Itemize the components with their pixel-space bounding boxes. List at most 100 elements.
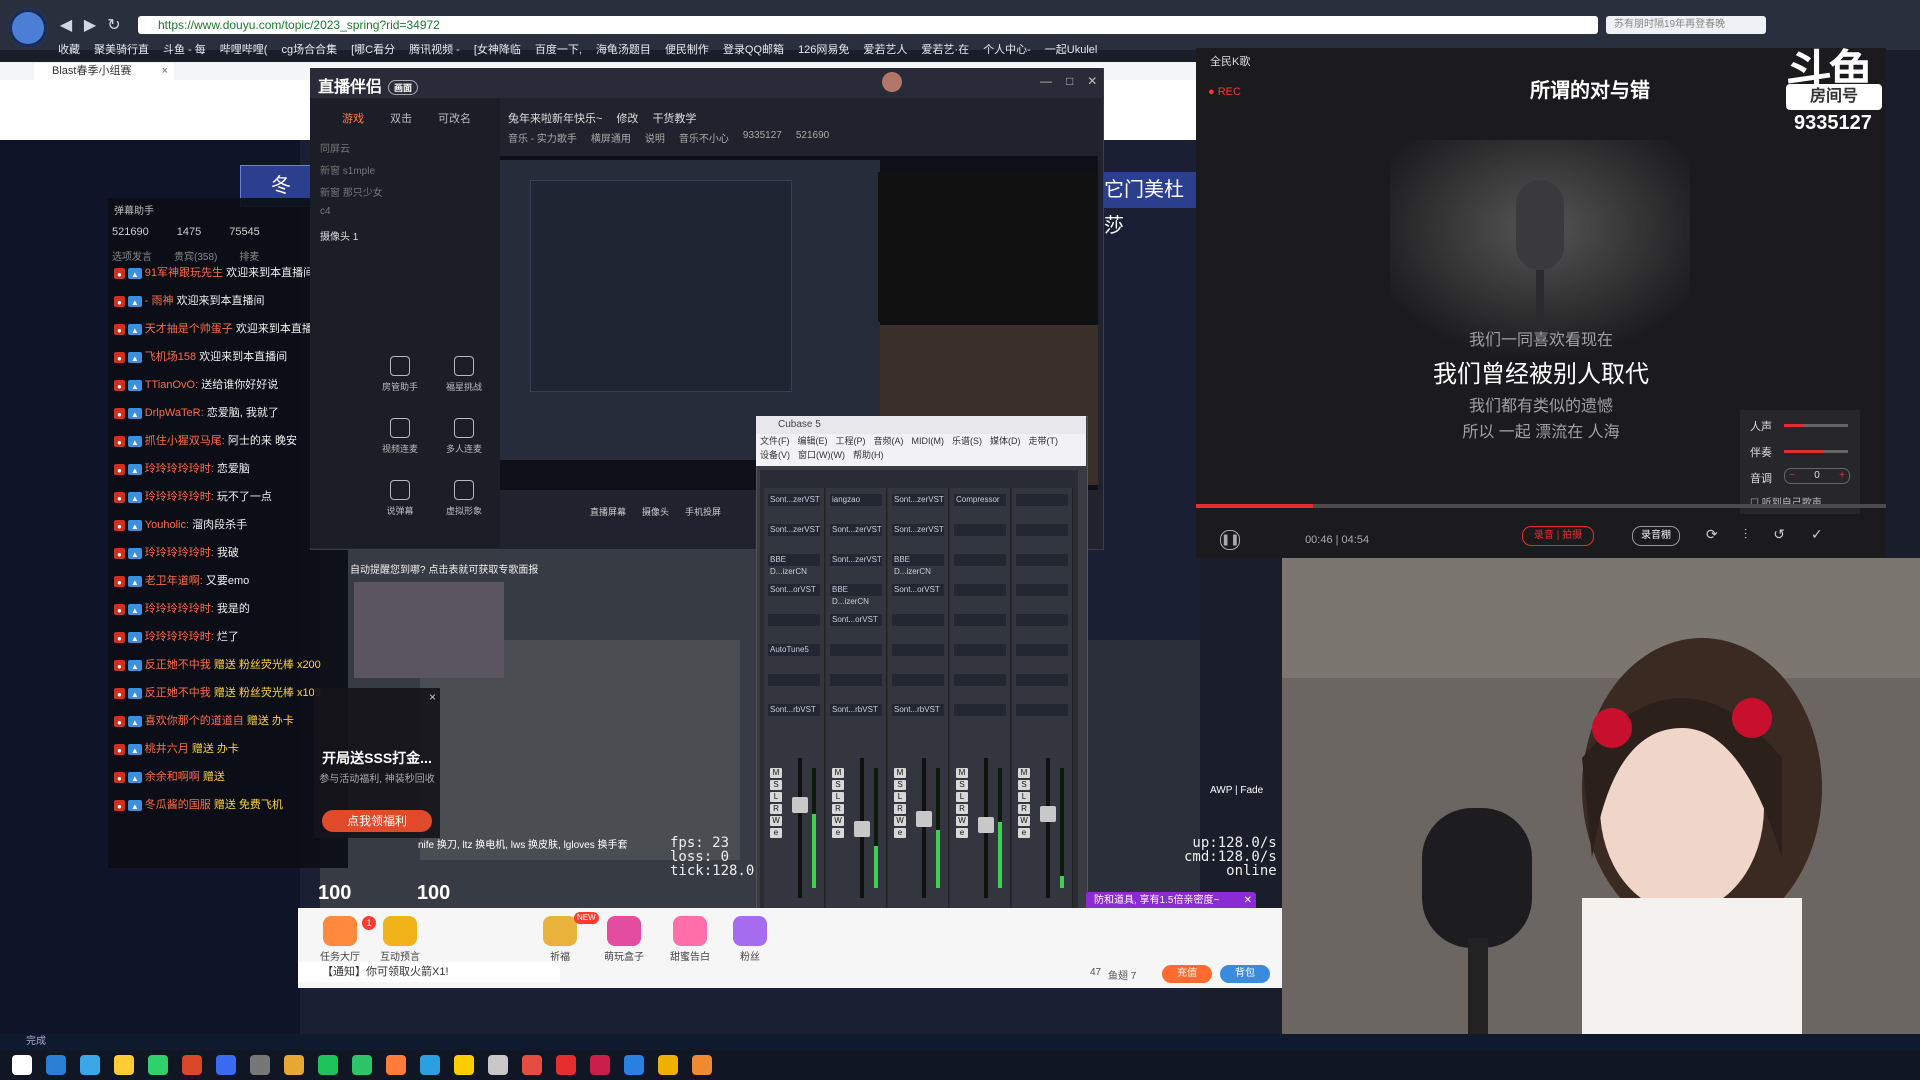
bookmark-item[interactable]: 爱若艺人 xyxy=(863,41,907,57)
insert-slot[interactable] xyxy=(892,614,944,626)
pitch-minus-icon[interactable]: − xyxy=(1785,469,1795,483)
scene-item[interactable]: 摄像头 1 xyxy=(320,228,470,243)
gift-item[interactable]: 任务大厅 xyxy=(314,916,366,963)
taskbar-app-icon[interactable] xyxy=(216,1055,236,1075)
taskbar-app-icon[interactable] xyxy=(148,1055,168,1075)
cubase-menu-item[interactable]: 窗口(W)(W) xyxy=(798,450,845,460)
insert-slot[interactable]: BBE D...izerCN xyxy=(830,584,882,606)
tool-item[interactable]: 福星挑战 xyxy=(434,356,494,393)
channel-toggle[interactable]: R xyxy=(770,804,782,814)
danmu-username[interactable]: 玲玲玲玲玲时: xyxy=(145,631,214,643)
fader-knob[interactable] xyxy=(978,816,994,833)
danmu-username[interactable]: 玲玲玲玲玲时: xyxy=(145,491,214,503)
bookmark-item[interactable]: [哪C看分 xyxy=(351,41,395,57)
insert-slot[interactable]: Sont...rbVST xyxy=(830,704,882,716)
bookmark-item[interactable]: cg场合合集 xyxy=(281,41,337,57)
danmu-username[interactable]: 玲玲玲玲玲时: xyxy=(145,603,214,615)
insert-slot[interactable] xyxy=(954,674,1006,686)
streaming-app-tag[interactable]: 画面 xyxy=(388,80,419,96)
tool-camera[interactable]: 摄像头 xyxy=(642,505,669,518)
tab-chat[interactable]: 选项发言 xyxy=(112,248,152,263)
bookmark-item[interactable]: [女神降临 xyxy=(474,41,521,57)
browser-search-input[interactable]: 苏有朋时隔19年再登春晚 xyxy=(1606,16,1766,34)
insert-slot[interactable] xyxy=(1016,674,1068,686)
danmu-username[interactable]: 91军神跟玩先生 xyxy=(145,267,223,279)
insert-slot[interactable] xyxy=(892,674,944,686)
insert-slot[interactable] xyxy=(1016,704,1068,716)
scene-item[interactable]: 新窗 s1mple xyxy=(320,162,470,177)
close-popup-icon[interactable]: × xyxy=(429,690,436,704)
fader-knob[interactable] xyxy=(792,797,808,814)
tool-item[interactable]: 说弹幕 xyxy=(370,480,430,517)
danmu-username[interactable]: TTianOvO: xyxy=(145,379,198,391)
taskbar-app-icon[interactable] xyxy=(624,1055,644,1075)
info-category[interactable]: 音乐 - 实力歌手 xyxy=(508,130,577,145)
danmu-username[interactable]: 喜欢你那个的道道自 xyxy=(145,715,244,727)
channel-toggle[interactable]: e xyxy=(832,828,844,838)
insert-slot[interactable]: Sont...orVST xyxy=(892,584,944,596)
avatar[interactable] xyxy=(882,72,902,92)
danmu-username[interactable]: 余余和啊啊 xyxy=(145,771,200,783)
tool-item[interactable]: 房管助手 xyxy=(370,356,430,393)
channel-toggle[interactable]: M xyxy=(832,768,844,778)
taskbar-app-icon[interactable] xyxy=(658,1055,678,1075)
insert-slot[interactable] xyxy=(892,644,944,656)
insert-slot[interactable]: Sont...zerVST xyxy=(830,524,882,536)
insert-slot[interactable]: Compressor xyxy=(954,494,1006,506)
bookmark-item[interactable]: 一起Ukulel xyxy=(1045,41,1098,57)
song-progress[interactable] xyxy=(1196,504,1886,508)
cubase-menu-item[interactable]: 媒体(D) xyxy=(990,436,1021,446)
insert-slot[interactable]: Sont...orVST xyxy=(830,614,882,626)
insert-slot[interactable] xyxy=(1016,494,1068,506)
bookmark-item[interactable]: 登录QQ邮箱 xyxy=(723,41,784,57)
danmu-username[interactable]: 桃井六月 xyxy=(145,743,189,755)
fader-knob[interactable] xyxy=(916,811,932,828)
tab-game[interactable]: 游戏 xyxy=(342,110,364,126)
bookmark-item[interactable]: 海龟汤题目 xyxy=(596,41,651,57)
cubase-menu-item[interactable]: 文件(F) xyxy=(760,436,790,446)
info-help[interactable]: 说明 xyxy=(645,130,665,145)
refresh-button[interactable]: ↻ xyxy=(104,16,124,36)
channel-toggle[interactable]: M xyxy=(1018,768,1030,778)
gift-item[interactable]: 互动预言 xyxy=(374,916,426,963)
loop-icon[interactable]: ↺ xyxy=(1773,526,1785,543)
tab-double[interactable]: 双击 xyxy=(390,110,412,126)
channel-toggle[interactable]: L xyxy=(770,792,782,802)
gift-item[interactable]: 甜蜜告白 xyxy=(664,916,716,963)
tool-item[interactable]: 虚拟形象 xyxy=(434,480,494,517)
danmu-username[interactable]: 飞机场158 xyxy=(145,351,196,363)
fader-knob[interactable] xyxy=(854,821,870,837)
insert-slot[interactable]: Sont...rbVST xyxy=(892,704,944,716)
insert-slot[interactable]: BBE D...izerCN xyxy=(892,554,944,576)
channel-toggle[interactable]: e xyxy=(894,828,906,838)
taskbar-app-icon[interactable] xyxy=(80,1055,100,1075)
channel-fader[interactable] xyxy=(792,758,808,898)
bookmark-item[interactable]: 便民制作 xyxy=(665,41,709,57)
back-button[interactable]: ◀ xyxy=(56,16,76,36)
insert-slot[interactable] xyxy=(1016,644,1068,656)
forward-button[interactable]: ▶ xyxy=(80,16,100,36)
channel-toggle[interactable]: R xyxy=(1018,804,1030,814)
scene-item[interactable]: 同屏云 xyxy=(320,140,470,155)
insert-slot[interactable]: Sont...orVST xyxy=(768,584,820,596)
insert-slot[interactable] xyxy=(768,614,820,626)
insert-slot[interactable] xyxy=(954,614,1006,626)
taskbar-app-icon[interactable] xyxy=(318,1055,338,1075)
danmu-username[interactable]: DrlpWaTeR: xyxy=(145,407,204,419)
channel-toggle[interactable]: W xyxy=(1018,816,1030,826)
taskbar-app-icon[interactable] xyxy=(352,1055,372,1075)
tool-phone[interactable]: 手机投屏 xyxy=(685,505,721,518)
taskbar-app-icon[interactable] xyxy=(12,1055,32,1075)
bookmark-item[interactable]: 126网易免 xyxy=(798,41,849,57)
channel-toggle[interactable]: R xyxy=(832,804,844,814)
channel-toggle[interactable]: S xyxy=(1018,780,1030,790)
channel-toggle[interactable]: L xyxy=(832,792,844,802)
bookmark-item[interactable]: 腾讯视频 - xyxy=(409,41,460,57)
cubase-menu-item[interactable]: 走带(T) xyxy=(1029,436,1059,446)
tool-item[interactable]: 视频连麦 xyxy=(370,418,430,455)
taskbar-app-icon[interactable] xyxy=(590,1055,610,1075)
taskbar-app-icon[interactable] xyxy=(522,1055,542,1075)
channel-toggle[interactable]: L xyxy=(956,792,968,802)
insert-slot[interactable] xyxy=(954,644,1006,656)
insert-slot[interactable] xyxy=(954,584,1006,596)
